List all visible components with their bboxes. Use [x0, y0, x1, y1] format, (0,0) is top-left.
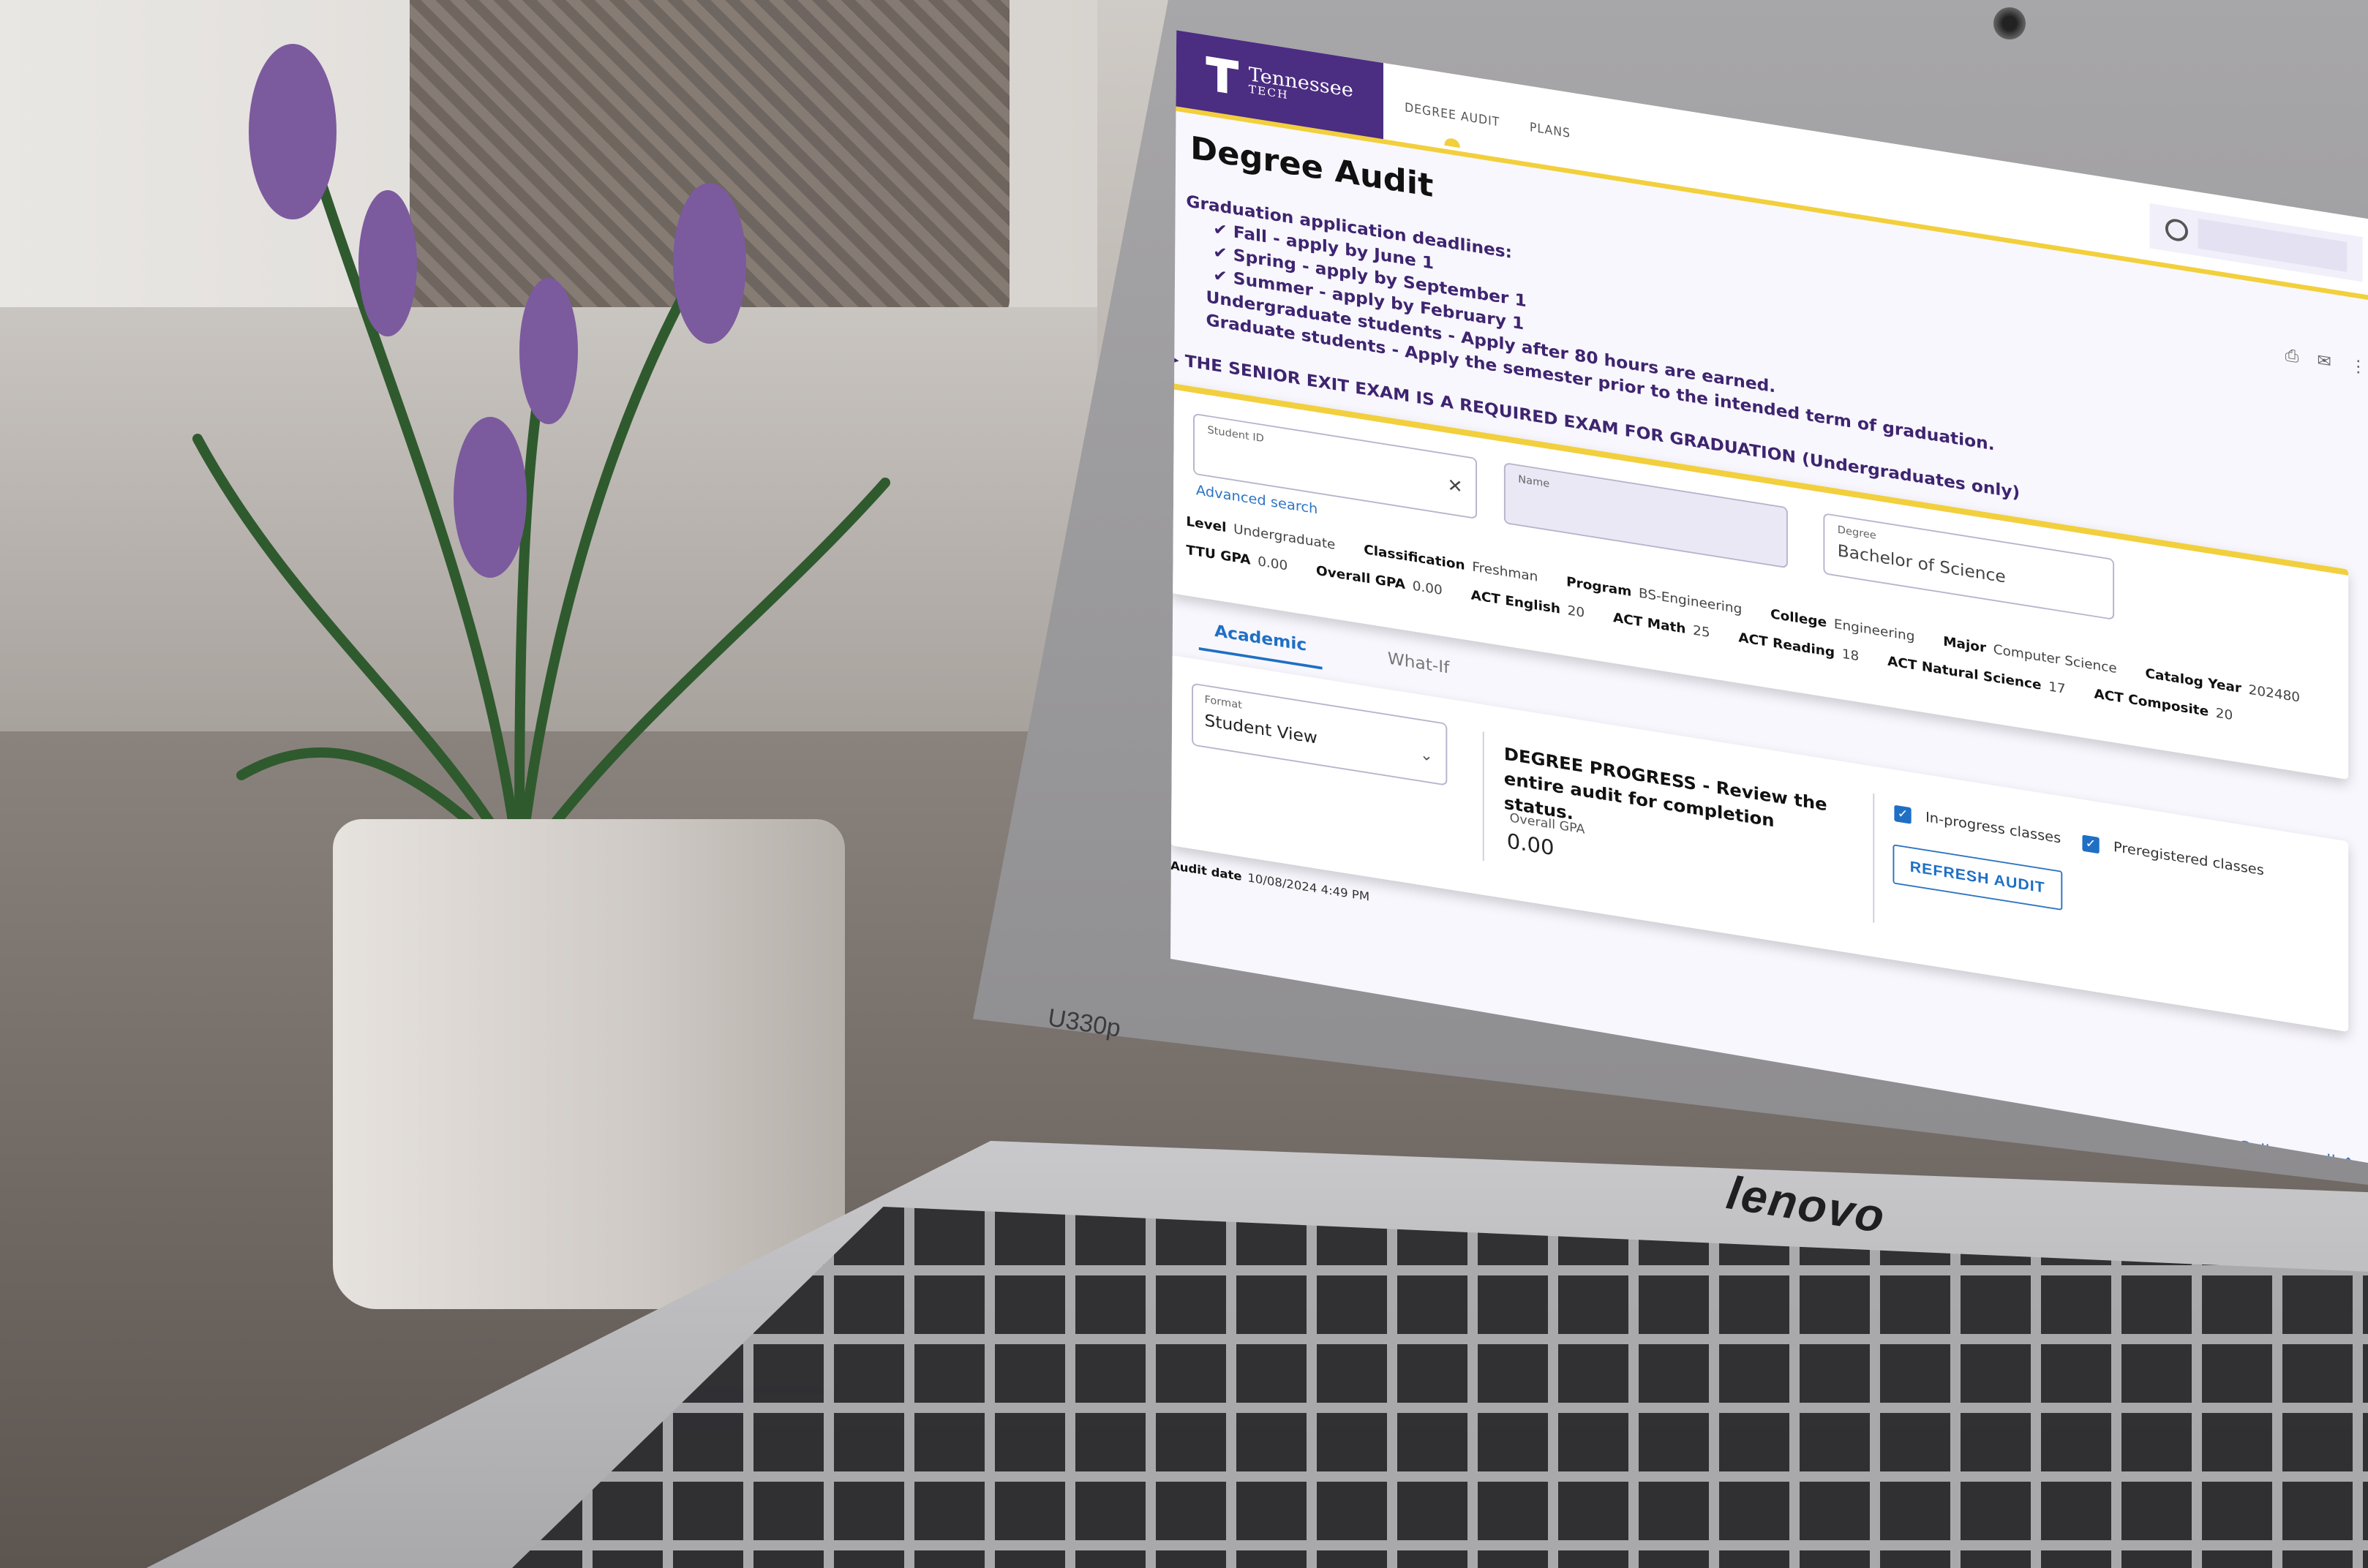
degree-value: Bachelor of Science: [1837, 540, 2006, 587]
in-progress-option[interactable]: ✓ In-progress classes: [1894, 804, 2061, 848]
format-label: Format: [1204, 693, 1242, 712]
preregistered-checkbox[interactable]: ✓: [2082, 834, 2100, 853]
tab-what-if[interactable]: What-If: [1372, 646, 1465, 692]
envelope-icon[interactable]: ✉: [2317, 350, 2331, 372]
nav-plans[interactable]: PLANS: [1530, 120, 1571, 140]
chevron-down-icon: ⌄: [1420, 746, 1433, 766]
refresh-audit-button[interactable]: REFRESH AUDIT: [1892, 844, 2062, 911]
user-circle-icon: [2165, 217, 2188, 243]
info-act-composite: ACT Composite 20: [2094, 686, 2233, 723]
printer-icon[interactable]: ⎙: [2285, 345, 2299, 366]
photo-scene: U330p Tennessee TECH DEGREE AUDIT PLANS: [0, 0, 2368, 1568]
kebab-menu-icon[interactable]: ⋮: [2350, 355, 2367, 377]
in-progress-label: In-progress classes: [1925, 808, 2061, 847]
info-act-reading: ACT Reading 18: [1738, 630, 1860, 664]
preregistered-option[interactable]: ✓ Preregistered classes: [2082, 833, 2264, 879]
format-value: Student View: [1204, 710, 1318, 748]
audit-date-label: Audit date: [1170, 859, 1242, 884]
clear-icon[interactable]: ✕: [1447, 475, 1462, 498]
main-nav: DEGREE AUDIT PLANS: [1405, 100, 1571, 140]
info-ttu-gpa: TTU GPA 0.00: [1186, 542, 1288, 574]
info-act-math: ACT Math 25: [1612, 610, 1710, 641]
divider: [1482, 731, 1484, 862]
tech-t-logo-icon: [1206, 56, 1239, 96]
name-label: Name: [1518, 472, 1550, 490]
nav-degree-audit[interactable]: DEGREE AUDIT: [1405, 100, 1500, 129]
page-actions: ⎙ ✉ ⋮: [2285, 345, 2367, 377]
user-menu[interactable]: [2149, 203, 2363, 282]
name-field[interactable]: Name: [1503, 462, 1788, 569]
degree-field[interactable]: Degree Bachelor of Science: [1823, 513, 2115, 620]
in-progress-checkbox[interactable]: ✓: [1894, 804, 1912, 824]
plant-pot: [333, 819, 845, 1309]
audit-date-value: 10/08/2024 4:49 PM: [1247, 871, 1370, 905]
student-id-label: Student ID: [1207, 423, 1264, 445]
info-act-english: ACT English 20: [1470, 587, 1585, 621]
university-logo[interactable]: Tennessee TECH: [1170, 29, 1383, 140]
info-overall-gpa: Overall GPA 0.00: [1316, 562, 1443, 598]
preregistered-label: Preregistered classes: [2113, 838, 2264, 879]
lavender-plant: [192, 44, 890, 870]
overall-gpa-value: 0.00: [1506, 829, 1555, 861]
degree-label: Degree: [1837, 523, 1876, 542]
user-name-redacted: [2198, 218, 2348, 272]
divider: [1873, 793, 1875, 923]
format-select[interactable]: Format Student View ⌄: [1192, 682, 1448, 786]
webcam: [1993, 7, 2026, 39]
